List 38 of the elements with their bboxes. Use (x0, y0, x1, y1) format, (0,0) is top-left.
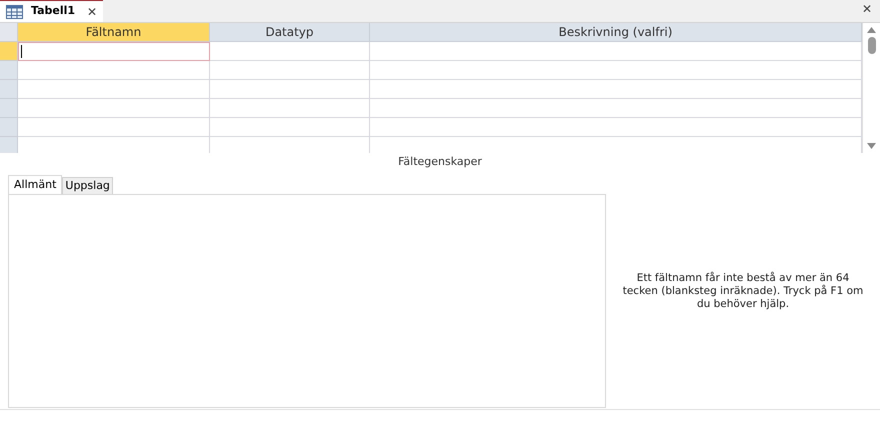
close-icon[interactable]: ✕ (862, 0, 872, 18)
table-cell[interactable] (18, 80, 210, 99)
select-all-corner[interactable] (0, 23, 18, 42)
table-cell[interactable] (210, 61, 370, 80)
tab[interactable]: Allmänt (8, 175, 62, 194)
scroll-down-icon[interactable] (867, 143, 876, 149)
row-selector[interactable] (0, 99, 18, 118)
table-cell[interactable] (210, 99, 370, 118)
table-cell[interactable] (210, 42, 370, 61)
column-header[interactable]: Beskrivning (valfri) (370, 23, 862, 42)
table-cell[interactable] (18, 99, 210, 118)
table-cell[interactable] (18, 118, 210, 137)
close-icon[interactable]: ✕ (87, 2, 98, 20)
table-cell[interactable] (370, 118, 862, 137)
table-cell[interactable] (210, 118, 370, 137)
table-cell[interactable] (370, 42, 862, 61)
scrollbar-thumb[interactable] (868, 37, 876, 54)
row-selector[interactable] (0, 61, 18, 80)
table-cell[interactable] (370, 80, 862, 99)
table-cell[interactable] (18, 61, 210, 80)
table-cell[interactable] (18, 42, 210, 61)
help-text: Ett fältnamn får inte bestå av mer än 64 tecken (blanksteg inräknade). Tryck på F1 om du behöver hjälp. (622, 272, 864, 311)
document-tab[interactable]: Tabell1 ✕ (0, 0, 104, 22)
text-cursor (21, 44, 22, 58)
tab[interactable]: Uppslag (62, 177, 113, 194)
tab-title: Tabell1 (31, 3, 76, 20)
scroll-up-icon[interactable] (867, 27, 876, 33)
section-title: Fältegenskaper (398, 154, 482, 170)
column-header[interactable]: Datatyp (210, 23, 370, 42)
row-selector[interactable] (0, 80, 18, 99)
row-selector[interactable] (0, 118, 18, 137)
row-selector[interactable] (0, 42, 18, 61)
table-cell[interactable] (370, 99, 862, 118)
table-cell[interactable] (210, 80, 370, 99)
row-selector[interactable] (0, 137, 18, 153)
column-header[interactable]: Fältnamn (18, 23, 210, 42)
table-icon (6, 4, 23, 18)
table-cell[interactable] (370, 61, 862, 80)
